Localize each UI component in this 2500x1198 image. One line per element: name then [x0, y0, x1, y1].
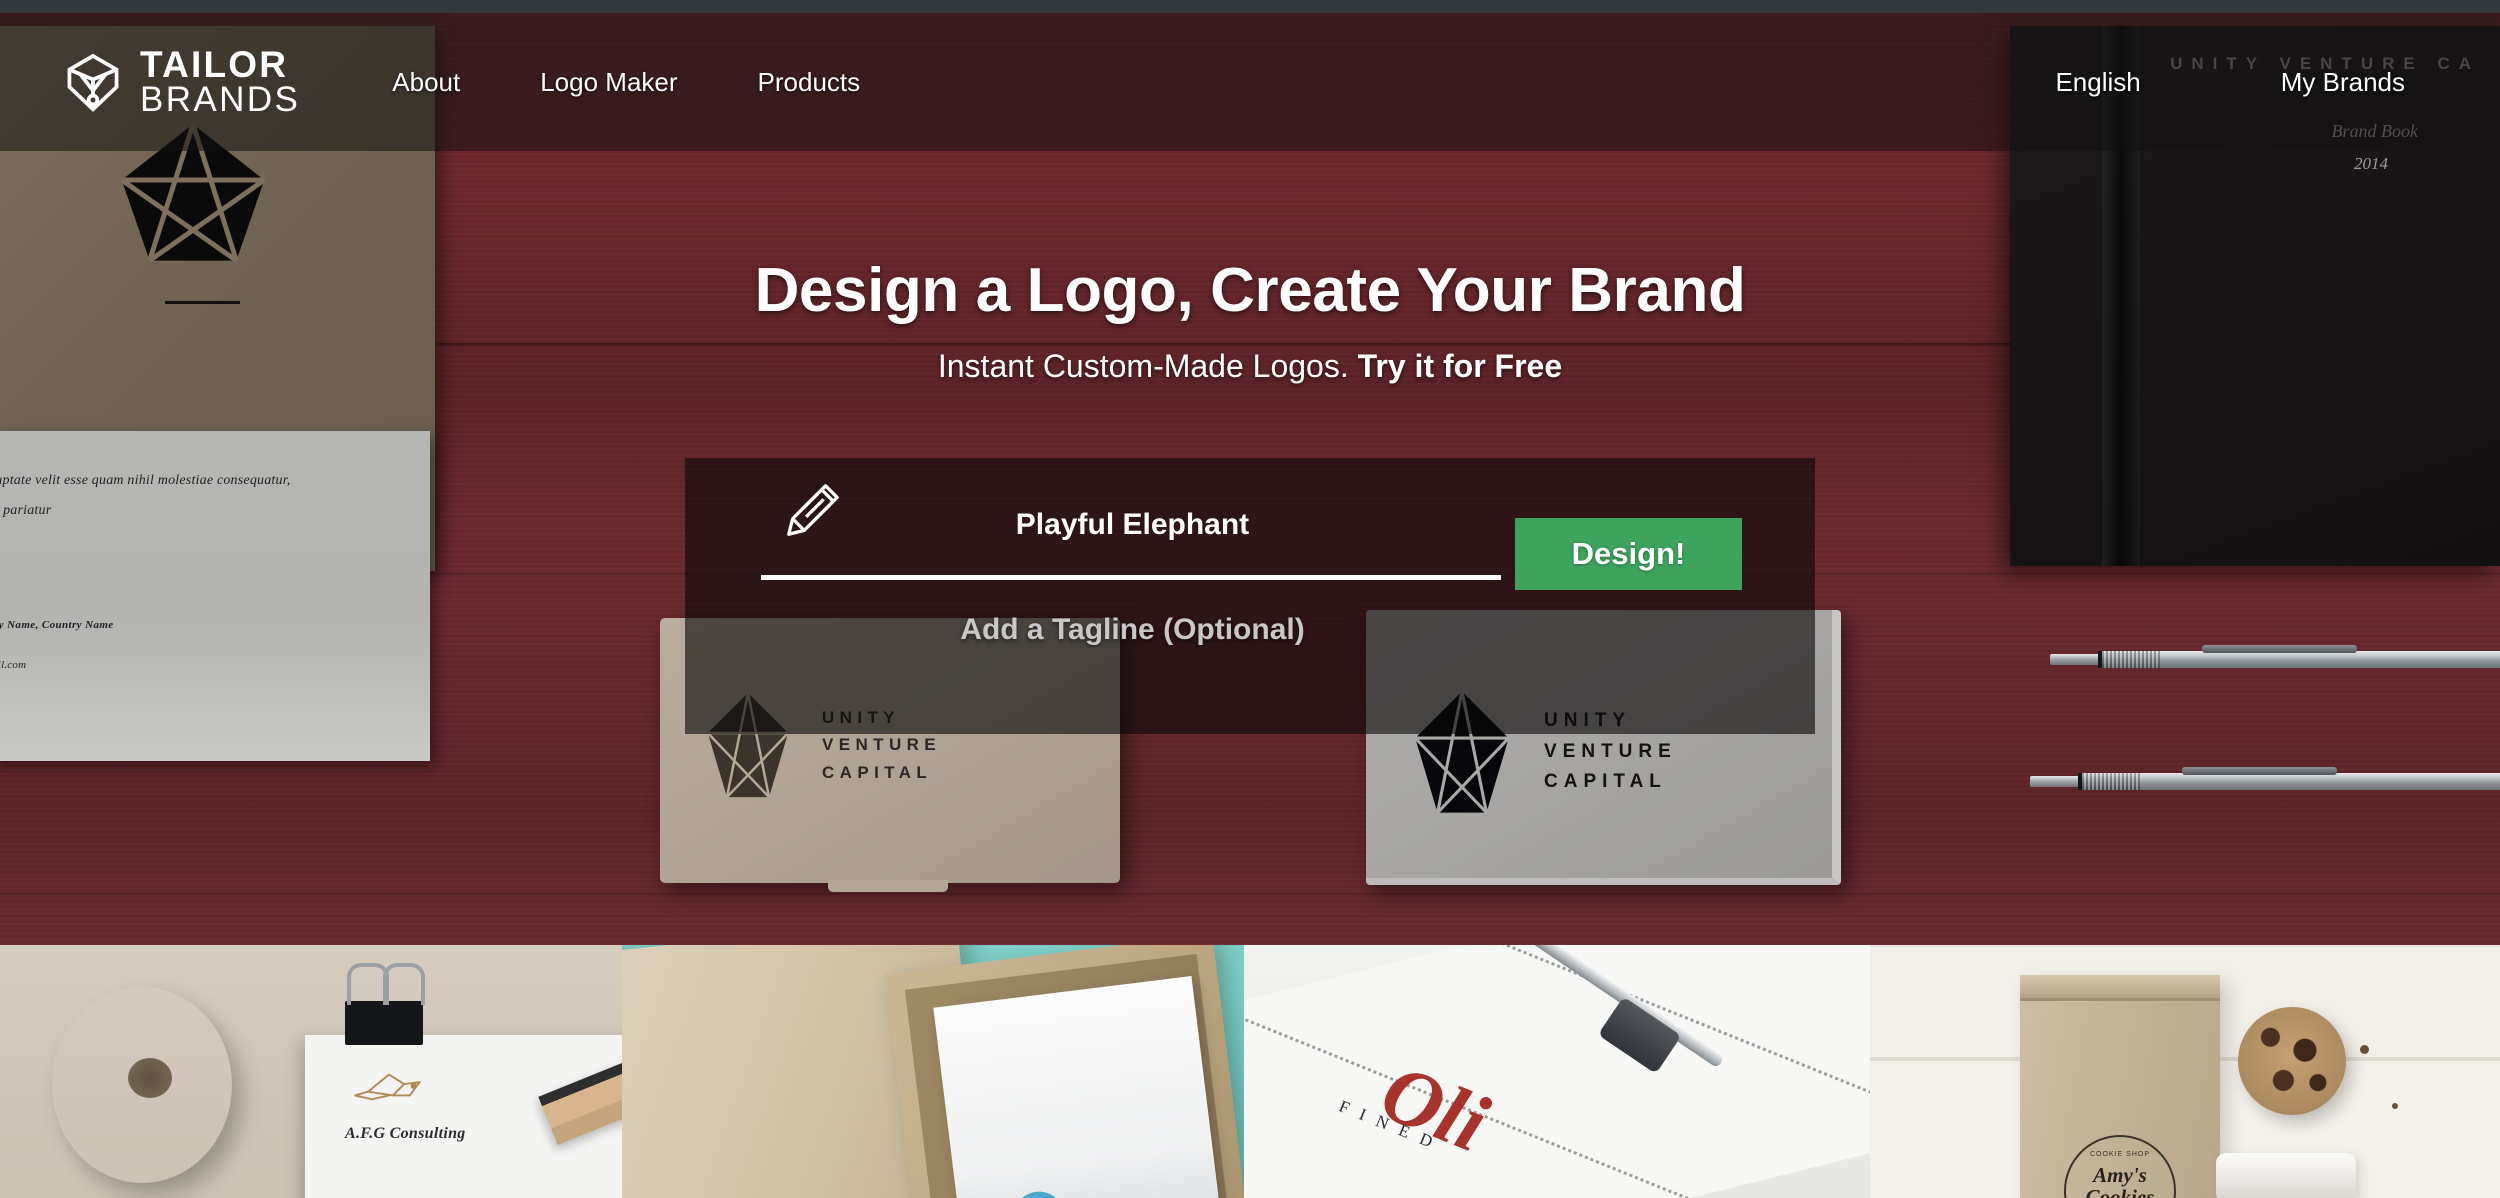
gallery-caption: A.F.G Consulting: [345, 1125, 466, 1142]
hero-headline: Design a Logo, Create Your Brand: [754, 256, 1746, 325]
nav-item-logo-maker[interactable]: Logo Maker: [540, 67, 677, 98]
yarn-ball: [52, 987, 232, 1183]
gallery-item-letterhead-clip[interactable]: Oli F I N E D: [1244, 945, 1870, 1198]
logo-maker-form: Design!: [685, 458, 1815, 734]
orbi-brand-lockup: orbi: [1003, 1182, 1095, 1198]
nav-item-about[interactable]: About: [392, 67, 460, 98]
card-line: CAPITAL: [1544, 771, 1667, 793]
letterhead-sheet: oluptate velit esse quam nihil molestiae…: [0, 431, 430, 761]
site-logo[interactable]: TAILOR BRANDS: [62, 43, 301, 119]
brand-name-input[interactable]: [760, 500, 1505, 558]
brand-name-underline: [761, 575, 1501, 580]
wood-plank-seam: [0, 893, 2500, 895]
origami-bird-icon: [354, 1073, 422, 1101]
bag-seal-logo: COOKIE SHOP Amy's Cookies: [2064, 1135, 2176, 1198]
card-line: VENTURE: [1544, 740, 1677, 762]
browser-chrome-strip: [0, 0, 2500, 13]
brand-wordmark-line2: BRANDS: [140, 79, 301, 119]
gallery-caption-line1: Amy's: [2093, 1163, 2147, 1187]
coffee-cup-lid: [2216, 1153, 2356, 1198]
secondary-nav-links: English My Brands: [1915, 67, 2500, 98]
design-submit-button[interactable]: Design!: [1515, 518, 1742, 590]
letterhead-email-line: mail.com: [0, 659, 27, 671]
binder-clip-icon: [345, 963, 425, 1045]
card-line: VENTURE: [822, 735, 942, 755]
page-viewport: oluptate velit esse quam nihil molestiae…: [0, 0, 2500, 1198]
orbi-circle-icon: [1010, 1191, 1066, 1198]
tailor-brands-shield-icon: [67, 53, 119, 112]
cookie-crumb: [2360, 1045, 2369, 1054]
paper-bag: COOKIE SHOP Amy's Cookies: [2020, 975, 2220, 1198]
tagline-input[interactable]: [760, 613, 1505, 647]
brand-wordmark-line1: TAILOR: [140, 43, 289, 85]
gallery-item-yarn-card[interactable]: A.F.G Consulting: [0, 945, 622, 1198]
hero-subheadline: Instant Custom-Made Logos. Try it for Fr…: [0, 348, 2500, 385]
mechanical-pencil: [2050, 645, 2500, 668]
nav-item-language-english[interactable]: English: [2055, 67, 2140, 98]
showcase-gallery: A.F.G Consulting orbi Oli: [0, 945, 2500, 1198]
seal-top-text: COOKIE SHOP: [2089, 1151, 2150, 1158]
primary-nav-links: About Logo Maker Products: [392, 67, 940, 98]
brand-name-field-wrap: [760, 500, 1505, 558]
card-line: CAPITAL: [822, 762, 933, 782]
gallery-item-kraft-box-cards[interactable]: orbi: [622, 945, 1244, 1198]
gallery-item-cookie-bag[interactable]: COOKIE SHOP Amy's Cookies: [1870, 945, 2500, 1198]
top-navigation-bar: TAILOR BRANDS About Logo Maker Products …: [0, 13, 2500, 151]
cookie: [2238, 1007, 2346, 1115]
letterhead-body-line: lla pariatur: [0, 503, 52, 518]
cookie-crumb: [2392, 1103, 2398, 1109]
bag-fold: [2020, 975, 2220, 1001]
hero-subheadline-plain: Instant Custom-Made Logos.: [937, 348, 1358, 384]
hero-subheadline-bold: Try it for Free: [1357, 348, 1563, 384]
gallery-caption-line2: Cookies: [2085, 1185, 2155, 1198]
letterhead-body-line: oluptate velit esse quam nihil molestiae…: [0, 473, 291, 488]
nav-item-my-brands[interactable]: My Brands: [2281, 67, 2405, 98]
brand-book-year: 2014: [2354, 154, 2388, 173]
nav-item-products[interactable]: Products: [758, 67, 861, 98]
mechanical-pencil: [2030, 767, 2500, 790]
letterhead-address-line: City Name, Country Name: [0, 619, 114, 631]
business-card-stack: orbi: [933, 976, 1221, 1198]
